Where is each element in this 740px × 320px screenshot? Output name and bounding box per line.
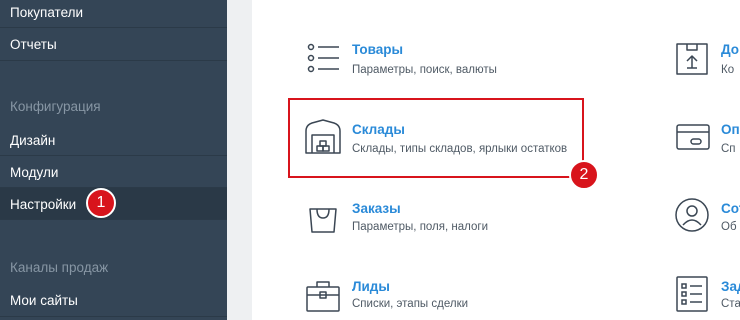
sidebar-item-reports[interactable]: Отчеты [0, 28, 227, 60]
list-icon [307, 43, 339, 73]
sidebar-item-label: Модули [10, 164, 59, 180]
annotation-badge-2: 2 [569, 160, 599, 190]
sidebar-item-label: Дизайн [10, 132, 56, 148]
card-desc-right-4: Ста [721, 298, 740, 310]
section-title-sales-channels: Каналы продаж [10, 260, 109, 275]
divider [0, 219, 227, 220]
card-title-right-4[interactable]: Зад [721, 279, 740, 294]
sidebar-item-my-sites[interactable]: Мои сайты [0, 284, 227, 316]
sidebar-item-label: Настройки [10, 196, 77, 212]
sidebar-item-label: Отчеты [10, 36, 57, 52]
card-desc-leads: Списки, этапы сделки [352, 298, 469, 310]
card-title-leads[interactable]: Лиды [352, 279, 390, 294]
card-desc-products: Параметры, поиск, валюты [352, 64, 497, 76]
card-desc-right-3: Об [721, 221, 737, 233]
card-title-right-2[interactable]: Оп [721, 122, 740, 137]
card-title-right-1[interactable]: До [721, 42, 739, 57]
annotation-badge-1: 1 [86, 188, 116, 218]
card-title-orders[interactable]: Заказы [352, 201, 401, 216]
card-title-products[interactable]: Товары [352, 42, 403, 57]
credit-card-icon [676, 124, 710, 150]
sidebar-item-label: Мои сайты [10, 292, 78, 308]
card-desc-orders: Параметры, поля, налоги [352, 221, 488, 233]
divider [0, 60, 227, 61]
card-desc-right-1: Ко [721, 64, 735, 76]
highlight-frame [288, 98, 584, 178]
section-title-configuration: Конфигурация [10, 99, 101, 114]
sidebar: Покупатели Отчеты Конфигурация Дизайн Мо… [0, 0, 227, 320]
sidebar-item-design[interactable]: Дизайн [0, 124, 227, 156]
sidebar-item-customers[interactable]: Покупатели [0, 0, 227, 28]
user-circle-icon [675, 198, 709, 232]
divider [0, 316, 227, 317]
briefcase-icon [306, 281, 340, 312]
sidebar-item-label: Покупатели [10, 4, 84, 20]
card-title-right-3[interactable]: Сот [721, 201, 740, 216]
card-desc-right-2: Сп [721, 143, 736, 155]
box-upload-icon [676, 43, 708, 75]
sidebar-item-modules[interactable]: Модули [0, 156, 227, 188]
shopping-bag-icon [309, 208, 337, 233]
checklist-icon [676, 276, 708, 312]
